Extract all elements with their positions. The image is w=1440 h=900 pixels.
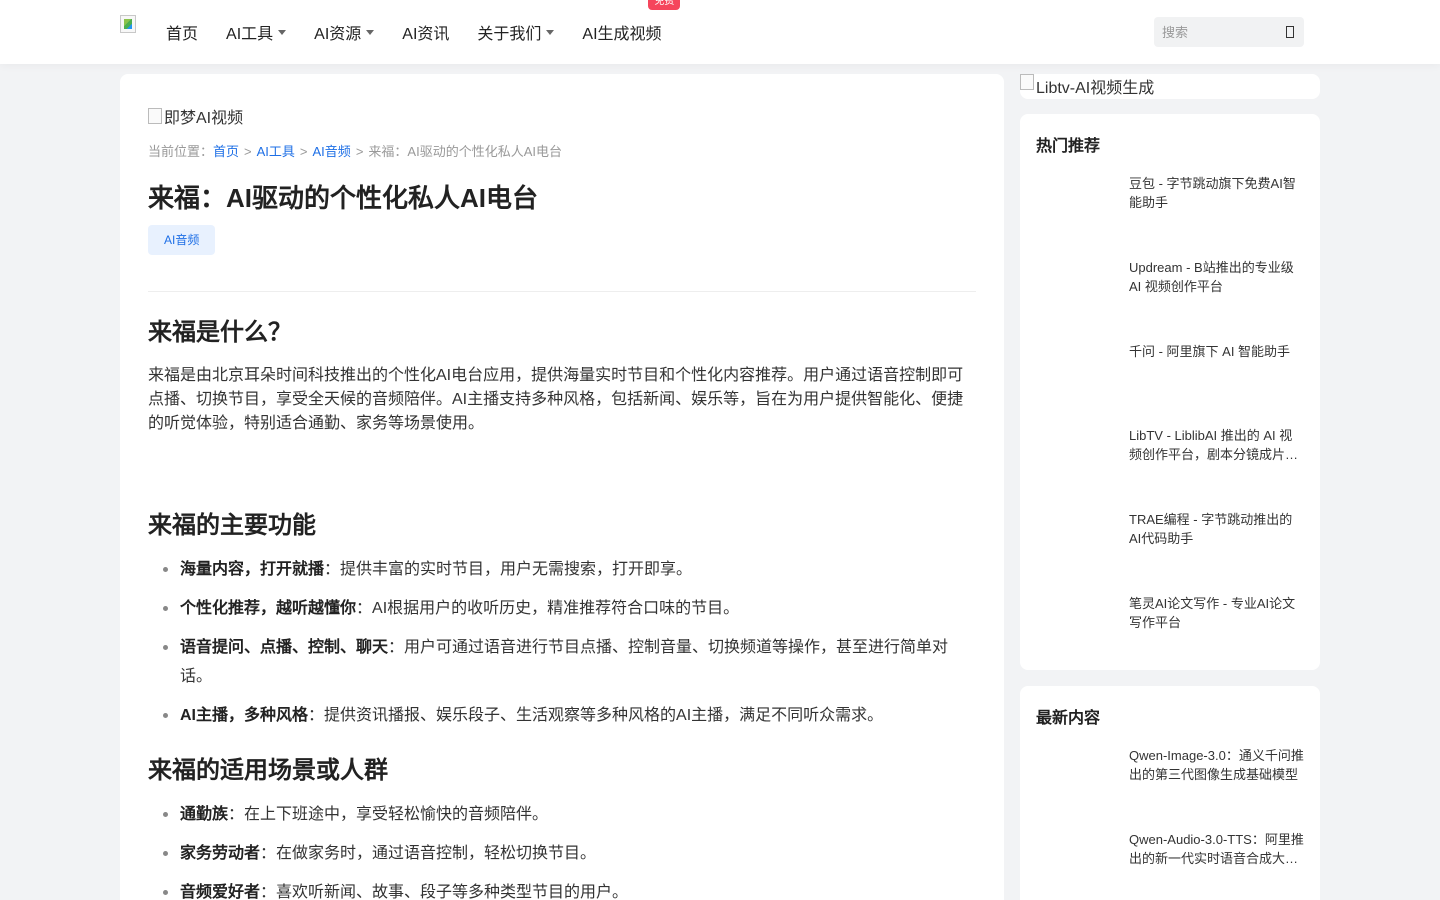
nav-item-ai-tools[interactable]: AI工具 <box>226 20 287 44</box>
list-item[interactable]: 豆包 - 字节跳动旗下免费AI智能助手 <box>1036 174 1306 244</box>
caret-down-icon <box>278 29 287 35</box>
caret-down-icon <box>366 29 375 35</box>
broken-image-icon <box>1020 74 1034 90</box>
nav-label: 关于我们 <box>477 26 542 43</box>
breadcrumb-separator: > <box>299 144 308 159</box>
breadcrumb: 当前位置：首页 > AI工具 > AI音频 > 来福：AI驱动的个性化私人AI电台 <box>148 141 562 160</box>
sidebar-banner-image[interactable]: Libtv-AI视频生成 <box>1020 74 1320 99</box>
list-item[interactable]: Qwen-Image-3.0：通义千问推出的第三代图像生成基础模型 <box>1036 746 1306 816</box>
item-title[interactable]: TRAE编程 - 字节跳动推出的AI代码助手 <box>1129 510 1304 548</box>
item-title[interactable]: Qwen-Image-3.0：通义千问推出的第三代图像生成基础模型 <box>1129 746 1304 784</box>
list-item-text: ：喜欢听新闻、故事、段子等多种类型节目的用户。 <box>260 884 629 900</box>
thumbnail[interactable] <box>1036 342 1116 402</box>
nav-label: AI资讯 <box>402 26 450 43</box>
list-item[interactable]: 笔灵AI论文写作 - 专业AI论文写作平台 <box>1036 594 1306 664</box>
list-item: 通勤族：在上下班途中，享受轻松愉快的音频陪伴。 <box>160 800 960 829</box>
category-tag[interactable]: AI音频 <box>148 225 216 255</box>
section-heading-scenarios: 来福的适用场景或人群 <box>148 757 388 784</box>
section-body-what: 来福是由北京耳朵时间科技推出的个性化AI电台应用，提供海量实时节目和个性化内容推… <box>148 367 964 432</box>
nav-item-home[interactable]: 首页 <box>166 20 198 44</box>
breadcrumb-link-ai-tools[interactable]: AI工具 <box>257 144 295 159</box>
thumbnail[interactable] <box>1036 510 1116 570</box>
nav-label: AI生成视频 <box>582 26 662 43</box>
item-title[interactable]: LibTV - LiblibAI 推出的 AI 视频创作平台，剧本分镜成片一站式… <box>1129 426 1304 464</box>
hot-recommend-card: 热门推荐 豆包 - 字节跳动旗下免费AI智能助手 Updream - B站推出的… <box>1020 114 1320 670</box>
list-item-text: ：提供资讯播报、娱乐段子、生活观察等多种风格的AI主播，满足不同听众需求。 <box>308 707 884 724</box>
list-item: 家务劳动者：在做家务时，通过语音控制，轻松切换节目。 <box>160 839 960 868</box>
item-title[interactable]: 千问 - 阿里旗下 AI 智能助手 <box>1129 342 1304 361</box>
list-item-strong: 语音提问、点播、控制、聊天 <box>180 639 389 656</box>
list-item[interactable]: LibTV - LiblibAI 推出的 AI 视频创作平台，剧本分镜成片一站式… <box>1036 426 1306 496</box>
list-item: 个性化推荐，越听越懂你：AI根据用户的收听历史，精准推荐符合口味的节目。 <box>160 594 960 623</box>
list-item: AI主播，多种风格：提供资讯播报、娱乐段子、生活观察等多种风格的AI主播，满足不… <box>160 701 960 730</box>
nav-item-ai-video[interactable]: AI生成视频 免费 <box>582 0 681 44</box>
page-title: 来福：AI驱动的个性化私人AI电台 <box>148 183 539 213</box>
ad-banner-alt: 即梦AI视频 <box>164 110 244 127</box>
list-item-strong: 家务劳动者 <box>180 845 261 862</box>
breadcrumb-link-home[interactable]: 首页 <box>213 144 239 159</box>
list-item: 音频爱好者：喜欢听新闻、故事、段子等多种类型节目的用户。 <box>160 878 960 900</box>
list-item-strong: 个性化推荐，越听越懂你 <box>180 600 357 617</box>
search-icon[interactable] <box>1286 26 1294 38</box>
search-input[interactable] <box>1154 17 1274 47</box>
article-card: 即梦AI视频 当前位置：首页 > AI工具 > AI音频 > 来福：AI驱动的个性化私人AI… <box>120 74 1004 900</box>
list-item-strong: AI主播，多种风格 <box>180 707 309 724</box>
breadcrumb-link-ai-audio[interactable]: AI音频 <box>313 144 351 159</box>
thumbnail[interactable] <box>1036 746 1116 806</box>
nav-label: AI工具 <box>226 26 274 43</box>
list-item-text: ：在上下班途中，享受轻松愉快的音频陪伴。 <box>228 806 549 823</box>
list-item[interactable]: Updream - B站推出的专业级 AI 视频创作平台 <box>1036 258 1306 328</box>
breadcrumb-separator: > <box>355 144 364 159</box>
nav-item-ai-news[interactable]: AI资讯 <box>402 20 449 44</box>
scenario-list: 通勤族：在上下班途中，享受轻松愉快的音频陪伴。 家务劳动者：在做家务时，通过语音… <box>160 800 960 900</box>
list-item: 海量内容，打开就播：提供丰富的实时节目，用户无需搜索，打开即享。 <box>160 555 960 584</box>
list-item-text: ：AI根据用户的收听历史，精准推荐符合口味的节目。 <box>356 600 740 617</box>
nav-item-about[interactable]: 关于我们 <box>477 20 555 44</box>
list-item: 语音提问、点播、控制、聊天：用户可通过语音进行节目点播、控制音量、切换频道等操作… <box>160 633 950 691</box>
list-item-text: ：提供丰富的实时节目，用户无需搜索，打开即享。 <box>324 561 693 578</box>
card-title: 最新内容 <box>1036 710 1101 727</box>
list-item-strong: 音频爱好者 <box>180 884 261 900</box>
main-nav: 首页 AI工具 AI资源 AI资讯 关于我们 AI生成视频 免费 <box>166 0 690 64</box>
sidebar-banner-alt: Libtv-AI视频生成 <box>1036 80 1155 97</box>
feature-list: 海量内容，打开就播：提供丰富的实时节目，用户无需搜索，打开即享。 个性化推荐，越… <box>160 555 960 740</box>
thumbnail[interactable] <box>1036 426 1116 486</box>
divider <box>148 291 976 292</box>
ad-banner-image[interactable]: 即梦AI视频 <box>148 104 243 128</box>
nav-label: 首页 <box>166 26 199 43</box>
item-title[interactable]: Qwen-Audio-3.0-TTS：阿里推出的新一代实时语音合成大模型 <box>1129 830 1304 868</box>
thumbnail[interactable] <box>1036 830 1116 890</box>
nav-label: AI资源 <box>314 26 362 43</box>
thumbnail[interactable] <box>1036 258 1116 318</box>
broken-image-icon <box>148 108 162 124</box>
list-item[interactable]: 千问 - 阿里旗下 AI 智能助手 <box>1036 342 1306 412</box>
caret-down-icon <box>546 29 555 35</box>
list-item-strong: 通勤族 <box>180 806 229 823</box>
breadcrumb-separator: > <box>244 144 252 159</box>
item-title[interactable]: 豆包 - 字节跳动旗下免费AI智能助手 <box>1129 174 1304 212</box>
list-item-text: ：在做家务时，通过语音控制，轻松切换节目。 <box>260 845 597 862</box>
list-item[interactable]: TRAE编程 - 字节跳动推出的AI代码助手 <box>1036 510 1306 580</box>
list-item[interactable]: Qwen-Audio-3.0-TTS：阿里推出的新一代实时语音合成大模型 <box>1036 830 1306 900</box>
breadcrumb-current: 来福：AI驱动的个性化私人AI电台 <box>368 144 562 159</box>
thumbnail[interactable] <box>1036 174 1116 234</box>
card-title: 热门推荐 <box>1036 138 1101 155</box>
free-badge: 免费 <box>648 0 681 10</box>
thumbnail[interactable] <box>1036 594 1116 654</box>
list-item-strong: 海量内容，打开就播 <box>180 561 325 578</box>
section-heading-what: 来福是什么？ <box>148 319 292 346</box>
nav-item-ai-resources[interactable]: AI资源 <box>314 20 375 44</box>
section-heading-features: 来福的主要功能 <box>148 512 316 539</box>
site-logo[interactable] <box>120 15 136 33</box>
breadcrumb-prefix: 当前位置： <box>148 144 214 159</box>
site-header: 首页 AI工具 AI资源 AI资讯 关于我们 AI生成视频 免费 <box>0 0 1440 64</box>
search-box <box>1154 17 1304 47</box>
item-title[interactable]: 笔灵AI论文写作 - 专业AI论文写作平台 <box>1129 594 1304 632</box>
latest-content-card: 最新内容 Qwen-Image-3.0：通义千问推出的第三代图像生成基础模型 Q… <box>1020 686 1320 900</box>
item-title[interactable]: Updream - B站推出的专业级 AI 视频创作平台 <box>1129 258 1304 296</box>
